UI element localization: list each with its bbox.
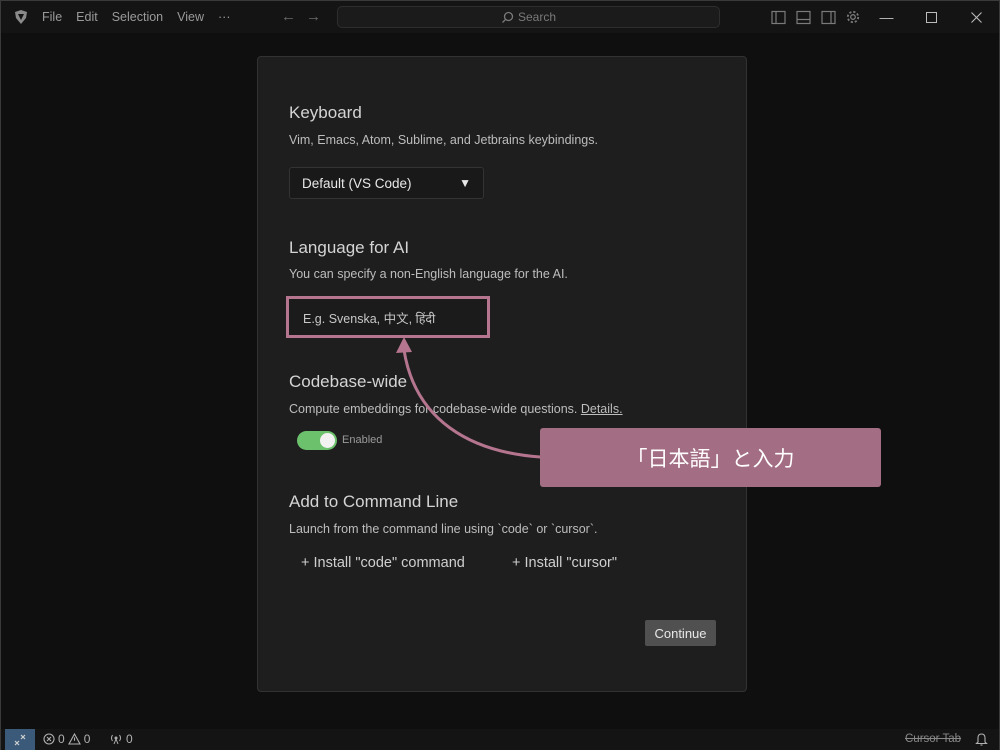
back-arrow-icon[interactable]: ← [281, 8, 296, 26]
dropdown-arrow-icon: ▼ [459, 176, 471, 190]
layout-controls [769, 8, 862, 26]
title-bar: File Edit Selection View ··· ← → Search … [1, 1, 999, 33]
onboarding-settings-panel: Keyboard Vim, Emacs, Atom, Sublime, and … [257, 56, 747, 692]
menu-view[interactable]: View [170, 1, 211, 33]
codebase-title: Codebase-wide [289, 372, 408, 391]
menu-file[interactable]: File [35, 1, 69, 33]
broadcast-icon [111, 734, 121, 745]
notifications-bell-icon[interactable] [975, 732, 988, 746]
keyboard-title: Keyboard [289, 103, 362, 122]
annotation-callout: 「日本語」と入力 [540, 428, 881, 487]
app-logo-icon [15, 10, 27, 24]
remote-indicator-icon[interactable] [5, 729, 35, 750]
toggle-secondary-sidebar-icon[interactable] [819, 8, 837, 26]
ai-language-placeholder: E.g. Svenska, 中文, हिंदी [303, 311, 436, 326]
command-line-title: Add to Command Line [289, 492, 459, 511]
problems-status[interactable]: 0 0 [43, 732, 90, 746]
menu-selection[interactable]: Selection [105, 1, 170, 33]
close-icon[interactable] [954, 1, 999, 33]
window-controls: — [864, 1, 999, 33]
toggle-primary-sidebar-icon[interactable] [769, 8, 787, 26]
status-bar: 0 0 0 Cursor Tab [1, 729, 999, 750]
maximize-icon[interactable] [909, 1, 954, 33]
keyboard-description: Vim, Emacs, Atom, Sublime, and Jetbrains… [289, 133, 598, 147]
details-link[interactable]: Details. [581, 402, 623, 416]
install-cursor-button[interactable]: + Install "cursor" [512, 555, 617, 571]
language-title: Language for AI [289, 238, 410, 257]
ports-count: 0 [126, 732, 133, 746]
codebase-toggle[interactable] [297, 431, 337, 450]
continue-button[interactable]: Continue [645, 620, 716, 646]
search-icon [502, 11, 514, 23]
ai-language-input[interactable]: E.g. Svenska, 中文, हिंदी [286, 296, 490, 338]
command-line-description: Launch from the command line using `code… [289, 522, 598, 536]
codebase-description-text: Compute embeddings for codebase-wide que… [289, 402, 578, 416]
minimize-icon[interactable]: — [864, 1, 909, 33]
menu-more[interactable]: ··· [211, 1, 238, 33]
command-search-box[interactable]: Search [337, 6, 720, 28]
error-count: 0 [58, 732, 65, 746]
settings-gear-icon[interactable] [844, 8, 862, 26]
ports-status[interactable]: 0 [109, 732, 133, 746]
toggle-label: Enabled [342, 434, 383, 446]
toggle-panel-icon[interactable] [794, 8, 812, 26]
codebase-description: Compute embeddings for codebase-wide que… [289, 402, 623, 416]
cursor-tab-status[interactable]: Cursor Tab [905, 733, 961, 745]
search-placeholder: Search [517, 10, 557, 24]
warning-icon [67, 733, 81, 745]
forward-arrow-icon[interactable]: → [306, 8, 321, 26]
keyboard-select[interactable]: Default (VS Code) ▼ [289, 167, 484, 199]
menu-bar: File Edit Selection View ··· [35, 1, 238, 33]
warning-count: 0 [83, 732, 91, 746]
error-icon [43, 733, 55, 745]
navigation-buttons: ← → [281, 8, 321, 26]
install-code-button[interactable]: + Install "code" command [301, 555, 465, 571]
language-description: You can specify a non-English language f… [289, 267, 568, 281]
toggle-knob [320, 433, 335, 448]
keyboard-select-value: Default (VS Code) [302, 175, 412, 191]
menu-edit[interactable]: Edit [69, 1, 105, 33]
